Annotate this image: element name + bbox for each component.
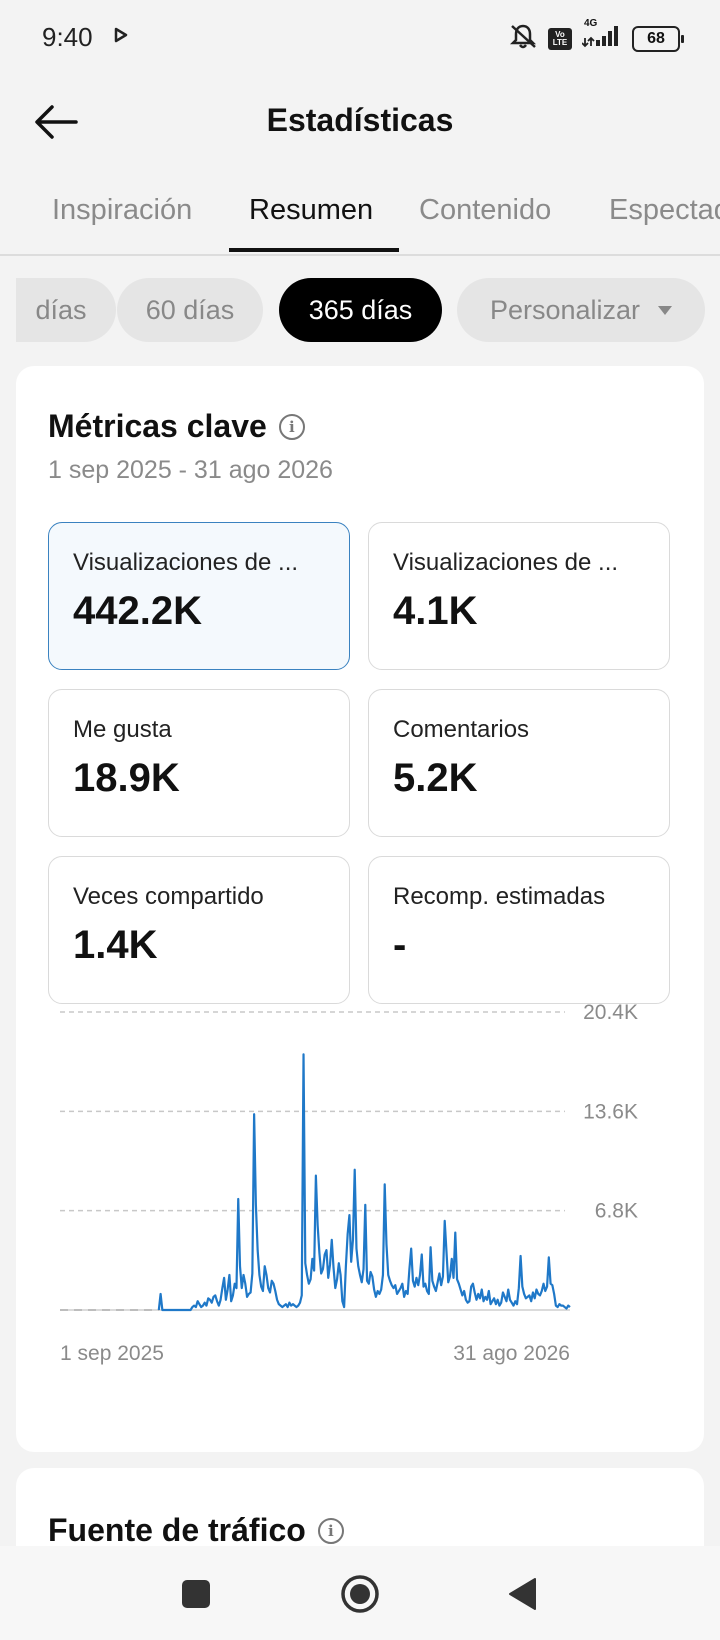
metric-label: Visualizaciones de ... [393,549,619,576]
metric-label: Me gusta [73,716,172,743]
metric-value: 5.2K [393,756,478,800]
info-icon[interactable]: i [317,1517,344,1544]
traffic-source-title: Fuente de tráfico i [48,1512,344,1549]
range-chip-365[interactable]: 365 días [279,278,442,342]
metric-label: Comentarios [393,716,530,743]
tab-inspiracion[interactable]: Inspiración [52,194,192,227]
metric-estimated-rewards[interactable]: Recomp. estimadas - [368,856,670,1004]
metric-value: 4.1K [393,589,478,633]
tab-bar: Inspiración Resumen Contenido Espectador… [0,180,720,256]
range-chip-label: Personalizar [489,294,641,325]
status-bar: 9:40 Vo LTE 4G 68 [0,0,720,80]
system-nav-bar [0,1546,720,1640]
key-metrics-title-text: Métricas clave [48,408,267,444]
range-chip-personalizar[interactable]: Personalizar [457,278,705,342]
range-chip-dias[interactable]: días [16,278,116,342]
status-time: 9:40 [42,22,93,52]
home-button[interactable] [340,1574,380,1614]
y-tick-label: 6.8K [595,1200,638,1223]
circle-icon [341,1575,379,1613]
y-tick-label: 20.4K [583,1001,638,1024]
media-play-icon [114,27,128,48]
network-type: 4G [584,18,598,29]
date-range-label: 1 sep 2025 - 31 ago 2026 [48,456,333,484]
metric-label: Veces compartido [73,883,264,910]
metric-comments[interactable]: Comentarios 5.2K [368,689,670,837]
metric-shares[interactable]: Veces compartido 1.4K [48,856,350,1004]
battery-icon: 68 [632,25,684,52]
metric-value: 442.2K [73,589,202,633]
range-chip-label: días [35,294,87,325]
range-chip-60[interactable]: 60 días [117,278,263,342]
range-chip-label: 60 días [145,294,235,325]
metric-profile-views[interactable]: Visualizaciones de ... 4.1K [368,522,670,670]
caret-down-icon [658,305,673,315]
key-metrics-title: Métricas clave i [48,408,305,445]
bell-muted-icon [508,22,538,55]
page-title: Estadísticas [266,102,454,138]
tab-contenido[interactable]: Contenido [419,194,551,227]
metric-value: - [393,923,407,967]
metric-value: 1.4K [73,923,158,967]
series-line [157,1053,571,1312]
volte-icon: Vo LTE [548,27,572,50]
x-tick-end: 31 ago 2026 [453,1342,570,1365]
traffic-source-title-text: Fuente de tráfico [48,1512,306,1548]
metric-video-views[interactable]: Visualizaciones de ... 442.2K [48,522,350,670]
metric-likes[interactable]: Me gusta 18.9K [48,689,350,837]
info-icon[interactable]: i [278,413,305,440]
views-line-chart[interactable]: 6.8K 13.6K 20.4K 1 sep 2025 31 ago 2026 [40,998,680,1378]
key-metrics-card: Métricas clave i 1 sep 2025 - 31 ago 202… [16,366,704,1452]
status-icons: Vo LTE 4G 68 [508,18,684,55]
active-tab-indicator [229,248,399,252]
chart-svg: 6.8K 13.6K 20.4K 1 sep 2025 31 ago 2026 [60,1001,638,1365]
signal-icon: 4G [581,18,622,53]
square-icon [182,1580,210,1608]
date-range-chips: días 60 días 365 días Personalizar [16,278,706,344]
recents-button[interactable] [176,1574,216,1614]
header: Estadísticas [0,80,720,164]
back-nav-button[interactable] [502,1574,542,1614]
tab-resumen[interactable]: Resumen [249,194,373,227]
metric-value: 18.9K [73,756,180,800]
triangle-back-icon [509,1578,536,1610]
metric-label: Visualizaciones de ... [73,549,299,576]
tab-espectadores[interactable]: Espectadores [609,194,720,227]
x-tick-start: 1 sep 2025 [60,1342,164,1365]
metric-label: Recomp. estimadas [393,883,606,910]
range-chip-label: 365 días [308,294,413,325]
y-tick-label: 13.6K [583,1100,638,1123]
